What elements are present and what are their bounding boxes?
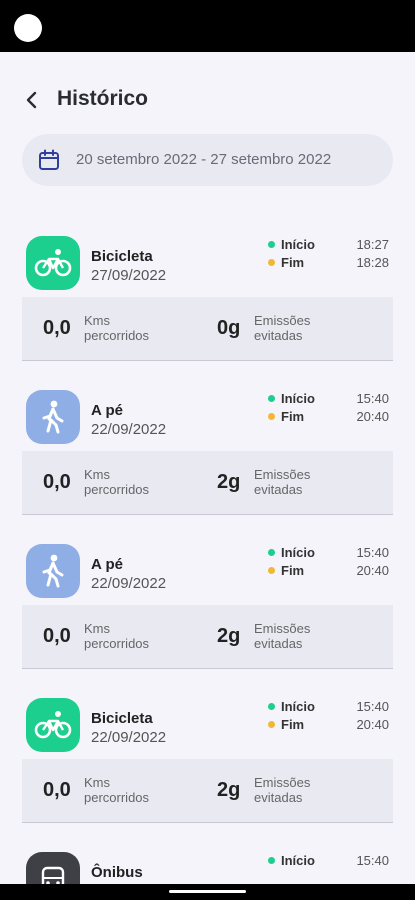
- trip-end: Fim 20:40: [268, 562, 393, 578]
- emissions-value: 2g: [217, 471, 241, 493]
- trip-mode: Bicicleta: [91, 248, 153, 265]
- start-dot: [268, 394, 275, 402]
- end-dot: [268, 720, 275, 728]
- end-dot: [268, 566, 275, 574]
- trip-stats: 0,0 Kms percorridos 2g Emissões evitadas: [22, 605, 393, 669]
- calendar-icon: [39, 149, 59, 170]
- trip-mode: A pé: [91, 402, 123, 419]
- home-indicator[interactable]: [169, 890, 246, 893]
- date-range-text: 20 setembro 2022 - 27 setembro 2022: [76, 151, 332, 168]
- trip-stats: 0,0 Kms percorridos 2g Emissões evitadas: [22, 759, 393, 823]
- trip-item[interactable]: Bicicleta 27/09/2022 Início 18:27 Fim 18:2…: [0, 218, 415, 295]
- phone-top-bezel: [0, 0, 415, 52]
- start-time: 15:40: [356, 852, 389, 868]
- camera-cutout: [14, 14, 42, 42]
- start-dot: [268, 548, 275, 556]
- page-title: Histórico: [57, 87, 149, 110]
- trip-item[interactable]: A pé 22/09/2022 Início 15:40 Fim 20:40: [0, 526, 415, 603]
- history-screen: Histórico 20 setembro 2022 - 27 setembro…: [0, 52, 415, 884]
- start-dot: [268, 702, 275, 710]
- trip-stats: 0,0 Kms percorridos 2g Emissões evitadas: [22, 451, 393, 515]
- date-range-selector[interactable]: 20 setembro 2022 - 27 setembro 2022: [22, 134, 393, 186]
- trip-date: 27/09/2022: [91, 267, 167, 284]
- start-label: Início: [281, 390, 315, 406]
- end-label: Fim: [281, 562, 305, 578]
- end-time: 18:28: [356, 254, 389, 270]
- start-time: 15:40: [356, 544, 389, 560]
- emissions-label: Emissões evitadas: [254, 313, 311, 343]
- trip-start: Início 15:40: [268, 698, 393, 714]
- emissions-value: 2g: [217, 625, 241, 647]
- start-label: Início: [281, 852, 315, 868]
- end-time: 20:40: [356, 408, 389, 424]
- bus-icon: [26, 852, 80, 884]
- trip-start: Início 18:27: [268, 236, 393, 252]
- end-dot: [268, 412, 275, 420]
- kms-value: 0,0: [43, 779, 71, 801]
- chevron-left-icon: [26, 91, 37, 109]
- kms-value: 0,0: [43, 625, 71, 647]
- trip-date: 22/09/2022: [91, 421, 167, 438]
- emissions-value: 2g: [217, 779, 241, 801]
- kms-value: 0,0: [43, 317, 71, 339]
- start-label: Início: [281, 698, 315, 714]
- trip-mode: A pé: [91, 556, 123, 573]
- trip-end: Fim 18:28: [268, 254, 393, 270]
- end-time: 20:40: [356, 716, 389, 732]
- start-time: 15:40: [356, 390, 389, 406]
- start-time: 18:27: [356, 236, 389, 252]
- emissions-label: Emissões evitadas: [254, 775, 311, 805]
- start-label: Início: [281, 544, 315, 560]
- trip-end: Fim 20:40: [268, 716, 393, 732]
- end-dot: [268, 258, 275, 266]
- kms-value: 0,0: [43, 471, 71, 493]
- start-label: Início: [281, 236, 315, 252]
- trip-start: Início 15:40: [268, 390, 393, 406]
- kms-label: Kms percorridos: [84, 467, 150, 497]
- trip-item[interactable]: Bicicleta 22/09/2022 Início 15:40 Fim 20:4…: [0, 680, 415, 757]
- emissions-value: 0g: [217, 317, 241, 339]
- walk-icon: [26, 544, 80, 598]
- start-dot: [268, 856, 275, 864]
- trip-mode: Bicicleta: [91, 710, 153, 727]
- trip-date: 22/09/2022: [91, 729, 167, 746]
- kms-label: Kms percorridos: [84, 313, 150, 343]
- back-button[interactable]: [20, 88, 44, 112]
- kms-label: Kms percorridos: [84, 621, 150, 651]
- walk-icon: [26, 390, 80, 444]
- emissions-label: Emissões evitadas: [254, 467, 311, 497]
- emissions-label: Emissões evitadas: [254, 621, 311, 651]
- trip-start: Início 15:40: [268, 544, 393, 560]
- header: Histórico: [0, 52, 415, 132]
- trip-item[interactable]: Ônibus Início 15:40: [0, 834, 415, 884]
- start-dot: [268, 240, 275, 248]
- bike-icon: [26, 698, 80, 752]
- trip-start: Início 15:40: [268, 852, 393, 868]
- trip-mode: Ônibus: [91, 864, 143, 881]
- end-time: 20:40: [356, 562, 389, 578]
- trip-item[interactable]: A pé 22/09/2022 Início 15:40 Fim 20:40: [0, 372, 415, 449]
- bike-icon: [26, 236, 80, 290]
- end-label: Fim: [281, 408, 305, 424]
- trip-stats: 0,0 Kms percorridos 0g Emissões evitadas: [22, 297, 393, 361]
- start-time: 15:40: [356, 698, 389, 714]
- kms-label: Kms percorridos: [84, 775, 150, 805]
- trip-end: Fim 20:40: [268, 408, 393, 424]
- end-label: Fim: [281, 254, 305, 270]
- trip-date: 22/09/2022: [91, 575, 167, 592]
- end-label: Fim: [281, 716, 305, 732]
